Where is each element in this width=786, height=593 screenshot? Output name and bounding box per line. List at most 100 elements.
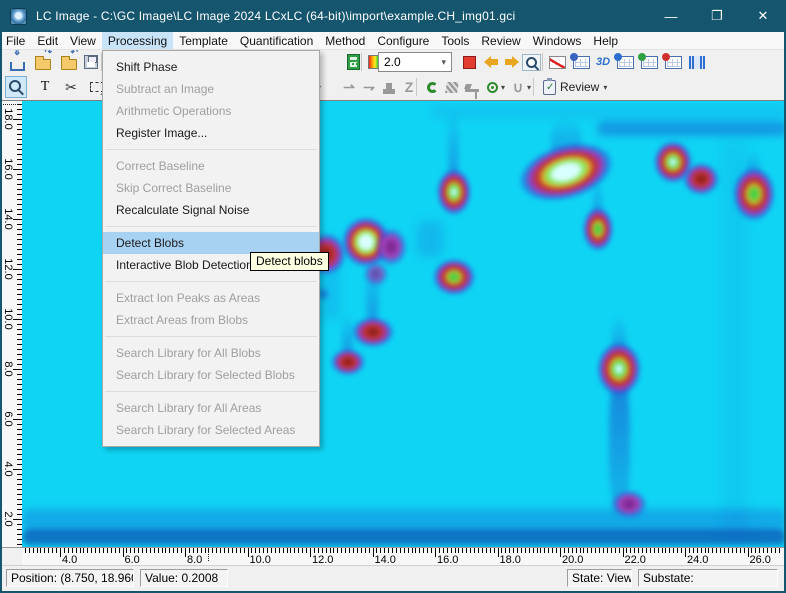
menu-item-search-library-for-all-areas[interactable]: Search Library for All Areas — [103, 397, 319, 419]
menu-item-correct-baseline[interactable]: Correct Baseline — [103, 155, 319, 177]
menu-item-subtract-an-image[interactable]: Subtract an Image — [103, 78, 319, 100]
status-bar: Position: (8.750, 18.960) Value: 0.2008 … — [0, 565, 786, 593]
close-image-icon[interactable] — [58, 48, 80, 73]
menu-item-shift-phase[interactable]: Shift Phase — [103, 56, 319, 78]
y-tick — [17, 534, 22, 535]
x-tick — [204, 548, 206, 553]
magnifier-tool-icon[interactable] — [5, 76, 27, 98]
y-tick — [17, 144, 22, 145]
x-tick — [192, 548, 194, 553]
x-tick — [634, 548, 636, 553]
x-tick — [220, 548, 222, 553]
x-tick — [364, 548, 366, 553]
menu-item-recalculate-signal-noise[interactable]: Recalculate Signal Noise — [103, 199, 319, 221]
maximize-button[interactable]: ❐ — [694, 0, 740, 32]
x-tick — [661, 548, 663, 553]
y-tick — [17, 524, 22, 525]
x-tick — [114, 548, 116, 553]
menubar-item-file[interactable]: File — [0, 32, 31, 49]
y-tick — [17, 354, 22, 355]
filter-tool-icon[interactable]: ∪ — [507, 76, 529, 98]
zoom-region-icon[interactable] — [520, 51, 542, 73]
x-tick — [368, 548, 370, 553]
x-tick — [56, 548, 58, 553]
menubar-item-help[interactable]: Help — [587, 32, 624, 49]
x-tick — [91, 548, 93, 553]
save-image-icon[interactable] — [80, 51, 102, 73]
menubar-item-view[interactable]: View — [64, 32, 102, 49]
menu-item-search-library-for-all-blobs[interactable]: Search Library for All Blobs — [103, 342, 319, 364]
menubar-item-method[interactable]: Method — [319, 32, 371, 49]
compare-images-icon[interactable] — [686, 51, 708, 73]
stamp-tool-icon[interactable] — [378, 76, 400, 98]
refresh-icon[interactable] — [421, 76, 443, 98]
edit-table-icon[interactable] — [661, 51, 684, 73]
forward-icon[interactable] — [500, 51, 522, 73]
stop-icon[interactable] — [458, 51, 480, 73]
menubar-item-edit[interactable]: Edit — [31, 32, 64, 49]
cut-tool-icon[interactable]: ✂ — [60, 76, 82, 98]
menu-item-extract-ion-peaks-as-areas[interactable]: Extract Ion Peaks as Areas — [103, 287, 319, 309]
menu-item-extract-areas-from-blobs[interactable]: Extract Areas from Blobs — [103, 309, 319, 331]
crane-tool-icon[interactable] — [461, 76, 483, 99]
menubar-item-tools[interactable]: Tools — [435, 32, 475, 49]
y-tick — [17, 289, 22, 290]
minimize-button[interactable]: — — [648, 0, 694, 32]
x-tick — [380, 548, 382, 553]
menubar-item-windows[interactable]: Windows — [527, 32, 588, 49]
y-tick — [17, 234, 22, 235]
x-tick — [716, 548, 718, 553]
transfer-tool-icon[interactable]: ⇁ — [358, 76, 380, 98]
x-tick — [446, 548, 448, 553]
detect-target-icon[interactable] — [481, 76, 503, 98]
shift-tool-icon[interactable]: ⇀ — [338, 76, 360, 98]
menubar-item-quantification[interactable]: Quantification — [234, 32, 319, 49]
x-tick — [79, 548, 81, 553]
review-button[interactable]: Review▾ — [540, 77, 610, 97]
x-tick — [731, 548, 733, 553]
menu-item-arithmetic-operations[interactable]: Arithmetic Operations — [103, 100, 319, 122]
menu-item-search-library-for-selected-areas[interactable]: Search Library for Selected Areas — [103, 419, 319, 441]
x-tick — [767, 548, 769, 553]
menubar-item-template[interactable]: Template — [173, 32, 234, 49]
x-tick — [567, 548, 569, 553]
x-tick — [110, 548, 112, 553]
x-tick — [267, 548, 269, 553]
y-tick — [17, 244, 22, 245]
zoom-level-value: 2.0 — [384, 55, 401, 69]
text-tool-icon[interactable]: T — [34, 76, 56, 98]
import-image-icon[interactable] — [6, 47, 28, 73]
blob-10 — [431, 257, 476, 296]
open-image-icon[interactable] — [32, 48, 54, 73]
x-tick — [251, 548, 253, 553]
y-tick — [13, 519, 22, 520]
x-tick — [774, 548, 776, 553]
blob-table-icon[interactable] — [613, 51, 636, 73]
menu-item-search-library-for-selected-blobs[interactable]: Search Library for Selected Blobs — [103, 364, 319, 386]
x-tick — [727, 548, 729, 553]
title-bar[interactable]: LC Image - C:\GC Image\LC Image 2024 LCx… — [0, 0, 786, 32]
x-tick — [704, 548, 706, 553]
zoom-level-select[interactable]: 2.0 ▾ — [378, 52, 452, 72]
menu-item-skip-correct-baseline[interactable]: Skip Correct Baseline — [103, 177, 319, 199]
menubar-item-configure[interactable]: Configure — [371, 32, 435, 49]
x-tick — [712, 548, 714, 553]
x-tick — [28, 548, 30, 553]
x-tick — [517, 548, 519, 553]
back-icon[interactable] — [480, 51, 502, 73]
close-button[interactable]: ✕ — [740, 0, 786, 32]
menu-item-detect-blobs[interactable]: Detect Blobs — [103, 232, 319, 254]
x-tick — [130, 548, 132, 553]
3d-view-icon[interactable]: 3D — [592, 51, 614, 73]
menu-item-register-image[interactable]: Register Image... — [103, 122, 319, 144]
values-table-icon[interactable] — [569, 51, 592, 73]
x-tick — [243, 548, 245, 553]
x-tick — [153, 548, 155, 553]
menubar-item-processing[interactable]: Processing — [101, 32, 174, 49]
x-tick — [161, 548, 163, 553]
template-table-icon[interactable] — [637, 51, 660, 73]
menubar-item-review[interactable]: Review — [475, 32, 526, 49]
x-tick — [294, 548, 296, 553]
graph-view-icon[interactable] — [546, 51, 568, 73]
flag-tool-icon[interactable] — [441, 76, 463, 98]
